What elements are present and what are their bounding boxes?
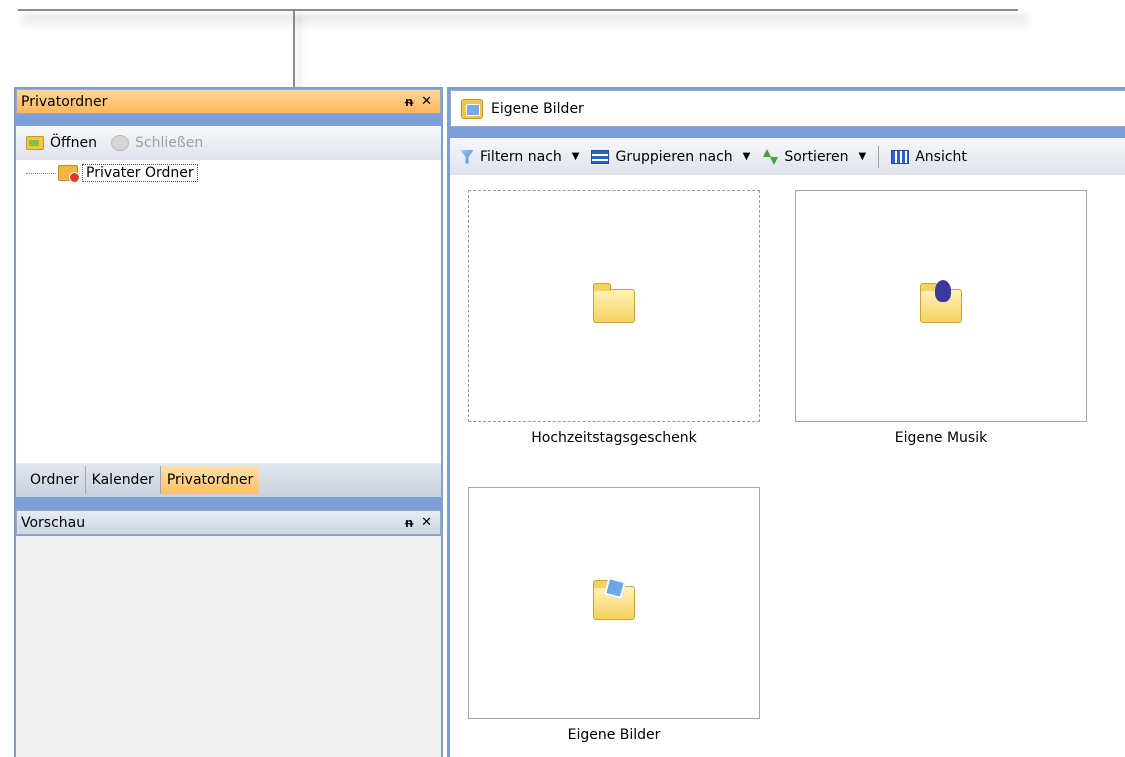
- chevron-down-icon: ▼: [858, 151, 867, 162]
- pictures-folder-icon: [461, 98, 483, 119]
- sort-button[interactable]: Sortieren ▼: [762, 148, 867, 165]
- folder-title: Eigene Bilder: [491, 100, 584, 117]
- group-button-label: Gruppieren nach: [615, 148, 733, 165]
- tree-item-label: Privater Ordner: [82, 164, 198, 182]
- sort-icon: [762, 148, 779, 165]
- music-folder-icon: [920, 280, 962, 323]
- view-icon: [891, 149, 910, 164]
- pin-icon[interactable]: ᵰ: [405, 515, 413, 531]
- view-button[interactable]: Ansicht: [891, 149, 967, 165]
- folder-header: Eigene Bilder: [450, 90, 1125, 127]
- chevron-down-icon: ▼: [742, 151, 751, 162]
- privatordner-toolbar: Öffnen Schließen: [16, 126, 441, 160]
- open-button-label: Öffnen: [50, 135, 98, 151]
- open-button[interactable]: Öffnen: [26, 135, 97, 151]
- filter-icon: [460, 149, 474, 164]
- pictures-folder-icon: [593, 576, 635, 620]
- music-note-icon: [935, 280, 951, 302]
- open-folder-icon: [26, 136, 44, 150]
- pane-title: Vorschau: [21, 514, 86, 531]
- tab-ordner[interactable]: Ordner: [24, 466, 86, 494]
- group-button[interactable]: Gruppieren nach ▼: [591, 149, 750, 165]
- tile-eigene-musik[interactable]: [795, 190, 1087, 422]
- folder-icon: [593, 283, 635, 323]
- tile-hochzeitstagsgeschenk[interactable]: [468, 190, 760, 422]
- chevron-down-icon: ▼: [571, 151, 580, 162]
- toolbar-separator: [878, 145, 880, 168]
- vorschau-pane-header: Vorschau ᵰ ✕: [16, 510, 441, 535]
- filter-button[interactable]: Filtern nach ▼: [460, 149, 579, 165]
- close-folder-icon: [111, 135, 130, 151]
- tile-label: Eigene Musik: [894, 430, 988, 446]
- private-folder-icon: [58, 165, 80, 183]
- view-toolbar: Filtern nach ▼ Gruppieren nach ▼ Sortier…: [450, 138, 1125, 175]
- close-icon[interactable]: ✕: [421, 94, 432, 110]
- folder-tree: Privater Ordner: [16, 160, 441, 463]
- tab-privatordner[interactable]: Privatordner: [160, 466, 260, 494]
- tree-connector: [26, 172, 56, 174]
- preview-area: [16, 536, 441, 757]
- privatordner-pane-header: Privatordner ᵰ ✕: [16, 89, 441, 114]
- close-icon[interactable]: ✕: [421, 515, 432, 531]
- tree-item-private-folder[interactable]: Privater Ordner: [26, 164, 198, 183]
- view-button-label: Ansicht: [915, 148, 967, 165]
- close-folder-button-label: Schließen: [135, 135, 204, 151]
- navigation-tabs: Ordner Kalender Privatordner: [16, 463, 441, 497]
- group-icon: [591, 149, 610, 164]
- callout-shadow: [20, 14, 1030, 30]
- pin-icon[interactable]: ᵰ: [405, 94, 413, 110]
- picture-icon: [603, 576, 627, 600]
- tab-kalender[interactable]: Kalender: [86, 466, 161, 494]
- close-folder-button[interactable]: Schließen: [111, 135, 203, 151]
- tile-label: Eigene Bilder: [567, 727, 661, 743]
- tile-label: Hochzeitstagsgeschenk: [531, 430, 697, 446]
- callout-line-horizontal: [18, 9, 1018, 11]
- filter-button-label: Filtern nach: [480, 148, 562, 165]
- tile-eigene-bilder[interactable]: [468, 487, 760, 719]
- pane-title: Privatordner: [21, 93, 108, 110]
- sort-button-label: Sortieren: [784, 148, 849, 165]
